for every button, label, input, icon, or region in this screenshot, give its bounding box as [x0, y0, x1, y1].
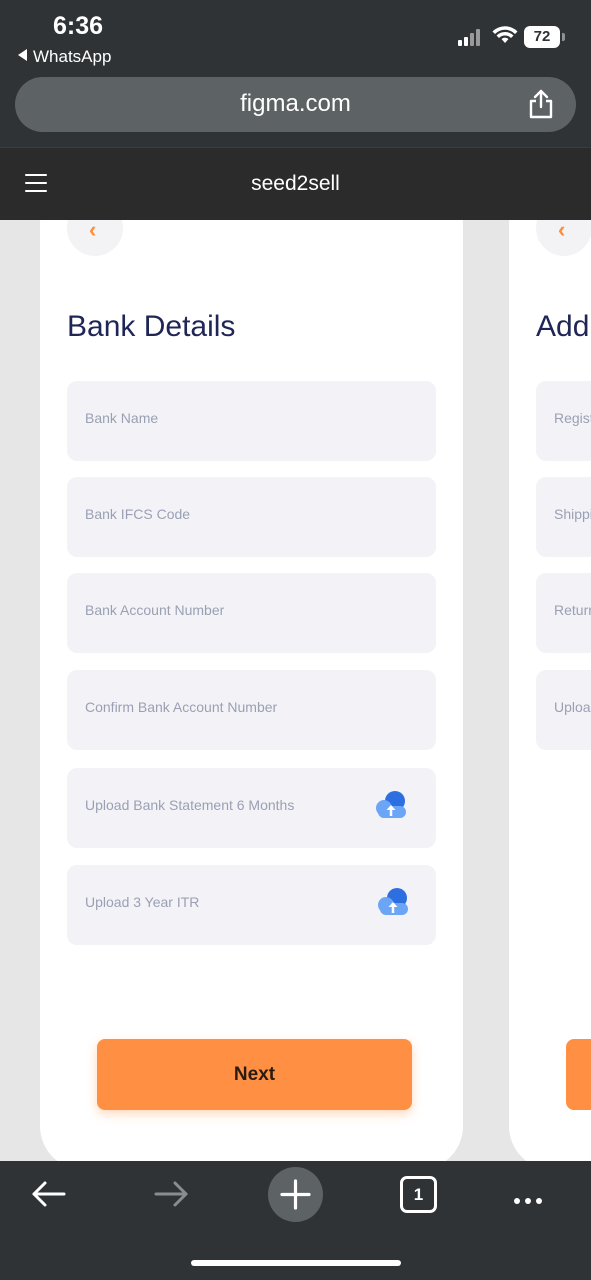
- bank-account-number-field[interactable]: Bank Account Number: [67, 573, 436, 653]
- figma-canvas: ‹ ‹ Bank Details Add Bank Name Bank IFCS…: [0, 220, 591, 1161]
- chevron-left-icon: ‹: [89, 220, 97, 242]
- page-title: Bank Details: [67, 310, 236, 343]
- cloud-upload-icon[interactable]: [374, 790, 408, 820]
- browser-top-bar: 6:36 WhatsApp 72 figma.com: [0, 0, 591, 147]
- field-placeholder: Confirm Bank Account Number: [85, 699, 278, 715]
- arrow-right-icon[interactable]: [154, 1179, 190, 1209]
- second-screen-field[interactable]: Returr: [536, 573, 591, 653]
- upload-bank-statement-field[interactable]: Upload Bank Statement 6 Months: [67, 768, 436, 848]
- bank-ifsc-field[interactable]: Bank IFCS Code: [67, 477, 436, 557]
- field-placeholder: Upload 3 Year ITR: [85, 894, 200, 910]
- share-icon[interactable]: [528, 89, 554, 119]
- field-placeholder: Regist: [554, 410, 591, 426]
- arrow-left-icon[interactable]: [30, 1179, 66, 1209]
- status-time: 6:36: [53, 12, 104, 40]
- battery-icon: 72: [524, 26, 565, 48]
- url-text: figma.com: [240, 90, 351, 117]
- browser-bottom-bar: 1: [0, 1161, 591, 1280]
- cloud-upload-icon[interactable]: [376, 887, 410, 917]
- tabs-button[interactable]: 1: [400, 1176, 437, 1213]
- app-title: seed2sell: [251, 172, 340, 195]
- upload-itr-field[interactable]: Upload 3 Year ITR: [67, 865, 436, 945]
- chevron-left-icon-2: ‹: [558, 220, 566, 242]
- home-indicator: [191, 1260, 401, 1266]
- field-placeholder: Bank Account Number: [85, 602, 225, 618]
- bank-name-field[interactable]: Bank Name: [67, 381, 436, 461]
- field-placeholder: Uploa: [554, 699, 591, 715]
- cellular-signal-icon: [458, 28, 486, 46]
- more-icon[interactable]: [514, 1191, 547, 1209]
- page-title-2: Add: [536, 310, 590, 343]
- field-placeholder: Bank IFCS Code: [85, 506, 191, 522]
- next-button[interactable]: Next: [97, 1039, 412, 1110]
- back-app-label: WhatsApp: [33, 47, 112, 66]
- app-header: seed2sell: [0, 147, 591, 220]
- second-screen-field[interactable]: Uploa: [536, 670, 591, 750]
- back-triangle-icon: [18, 49, 27, 61]
- second-screen-field[interactable]: Regist: [536, 381, 591, 461]
- field-placeholder: Returr: [554, 602, 591, 618]
- field-placeholder: Shippi: [554, 506, 591, 522]
- second-screen-field[interactable]: Shippi: [536, 477, 591, 557]
- wifi-icon: [492, 26, 518, 43]
- field-placeholder: Upload Bank Statement 6 Months: [85, 797, 295, 813]
- url-bar[interactable]: figma.com: [15, 77, 576, 132]
- new-tab-button[interactable]: [268, 1167, 323, 1222]
- next-button-2[interactable]: [566, 1039, 591, 1110]
- back-to-app[interactable]: WhatsApp: [18, 47, 111, 67]
- field-placeholder: Bank Name: [85, 410, 159, 426]
- plus-icon: [280, 1179, 311, 1210]
- confirm-account-number-field[interactable]: Confirm Bank Account Number: [67, 670, 436, 750]
